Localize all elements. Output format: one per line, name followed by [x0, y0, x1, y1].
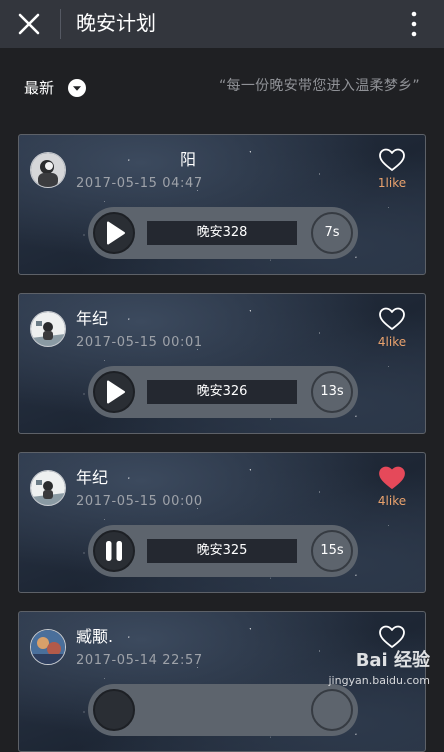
like-count: 1like [377, 176, 407, 190]
track-title: 晚安325 [147, 539, 297, 563]
post-card: 年纪 2017-05-15 00:01 4like 晚安326 13s [18, 293, 426, 434]
duration-badge [311, 689, 353, 731]
like-area: 4like [369, 465, 415, 509]
avatar[interactable] [30, 470, 66, 506]
pause-button[interactable] [93, 530, 135, 572]
play-button[interactable] [93, 371, 135, 413]
user-name: 臧颙. [76, 627, 114, 646]
duration-badge: 13s [311, 371, 353, 413]
post-time: 2017-05-15 04:47 [76, 176, 203, 191]
more-vertical-icon [411, 11, 417, 37]
post-time: 2017-05-15 00:00 [76, 494, 203, 509]
page-title: 晚安计划 [76, 11, 156, 35]
post-card: 年纪 2017-05-15 00:00 4like 晚安325 15s [18, 452, 426, 593]
like-count: 4like [377, 335, 407, 349]
audio-player: 晚安328 7s [88, 207, 358, 259]
track-title: 晚安326 [147, 380, 297, 404]
user-name: 年纪 [76, 309, 109, 328]
avatar[interactable] [30, 152, 66, 188]
post-time: 2017-05-15 00:01 [76, 335, 203, 350]
play-icon [107, 380, 125, 404]
duration-badge: 15s [311, 530, 353, 572]
play-button[interactable] [93, 212, 135, 254]
audio-player [88, 684, 358, 736]
play-button[interactable] [93, 689, 135, 731]
audio-player: 晚安325 15s [88, 525, 358, 577]
sort-dropdown[interactable]: 最新 [24, 76, 87, 100]
user-name: 年纪 [76, 468, 109, 487]
play-icon [107, 221, 125, 245]
user-name: 阳 [180, 150, 197, 169]
avatar[interactable] [30, 311, 66, 347]
post-time: 2017-05-14 22:57 [76, 653, 203, 668]
sort-label: 最新 [24, 79, 55, 97]
like-area: 4like [369, 306, 415, 350]
like-count: 4like [377, 494, 407, 508]
heart-outline-icon[interactable] [378, 306, 406, 332]
header-divider [60, 9, 61, 39]
track-title: 晚安328 [147, 221, 297, 245]
chevron-down-icon [68, 79, 87, 97]
more-button[interactable] [400, 8, 428, 40]
pause-icon [106, 541, 122, 561]
duration-badge: 7s [311, 212, 353, 254]
close-button[interactable] [12, 8, 46, 40]
like-area: 1like [369, 147, 415, 191]
close-icon [18, 13, 40, 35]
heart-outline-icon[interactable] [378, 147, 406, 173]
top-bar: 晚安计划 [0, 0, 444, 48]
watermark-url: jingyan.baidu.com [328, 674, 430, 687]
avatar[interactable] [30, 629, 66, 665]
slogan-text: “每一份晚安带您进入温柔梦乡” [218, 78, 420, 94]
watermark-brand: Bai 经验 [355, 650, 430, 671]
post-card: 阳 2017-05-15 04:47 1like 晚安328 7s [18, 134, 426, 275]
heart-filled-icon[interactable] [378, 465, 406, 491]
audio-player: 晚安326 13s [88, 366, 358, 418]
